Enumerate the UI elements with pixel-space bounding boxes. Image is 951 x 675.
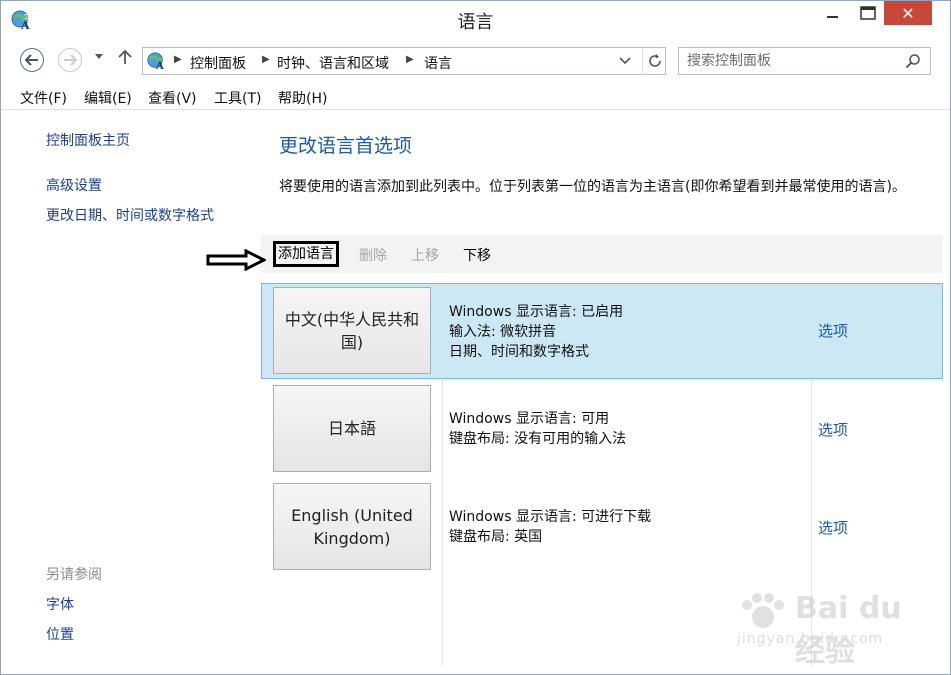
sidebar-link-date-time-format[interactable]: 更改日期、时间或数字格式 <box>46 205 214 225</box>
language-toolbar: 添加语言 删除 上移 下移 <box>261 235 943 273</box>
language-options-link[interactable]: 选项 <box>818 320 848 341</box>
close-icon: ✕ <box>901 3 915 23</box>
menu-view[interactable]: 查看(V) <box>148 88 197 108</box>
maximize-icon <box>860 6 876 20</box>
move-down-button[interactable]: 下移 <box>463 245 491 265</box>
minimize-icon <box>827 16 838 18</box>
breadcrumb-separator-icon[interactable]: ▶ <box>174 54 182 65</box>
language-options-link[interactable]: 选项 <box>818 517 848 538</box>
see-also-link-fonts[interactable]: 字体 <box>46 594 74 614</box>
language-detail-line: 键盘布局: 英国 <box>449 529 543 545</box>
search-input[interactable] <box>687 53 887 69</box>
language-tile-english-uk[interactable]: English (United Kingdom) <box>273 483 431 570</box>
remove-button[interactable]: 删除 <box>359 245 387 265</box>
see-also-link-location[interactable]: 位置 <box>46 624 74 644</box>
see-also-heading: 另请参阅 <box>46 567 102 583</box>
back-button[interactable] <box>20 48 44 72</box>
window-title: 语言 <box>457 12 494 33</box>
breadcrumb-control-panel[interactable]: 控制面板 <box>190 53 246 73</box>
refresh-button[interactable] <box>642 49 667 73</box>
add-language-button[interactable]: 添加语言 <box>273 241 339 267</box>
language-detail-line: Windows 显示语言: 可用 <box>449 411 610 427</box>
language-details: Windows 显示语言: 可用 键盘布局: 没有可用的输入法 <box>449 409 626 449</box>
language-row-chinese[interactable]: 中文(中华人民共和国) Windows 显示语言: 已启用 输入法: 微软拼音 … <box>261 283 943 379</box>
forward-arrow-icon <box>64 54 77 66</box>
language-options-link[interactable]: 选项 <box>818 419 848 440</box>
page-title: 更改语言首选项 <box>279 135 413 157</box>
up-button[interactable] <box>118 49 132 70</box>
svg-text:A: A <box>155 61 164 71</box>
chevron-down-icon <box>619 57 631 65</box>
language-detail-line: 日期、时间和数字格式 <box>449 344 589 360</box>
breadcrumb-clock-language-region[interactable]: 时钟、语言和区域 <box>277 53 389 73</box>
control-panel-icon: A <box>147 52 164 71</box>
language-row-english-uk[interactable]: English (United Kingdom) Windows 显示语言: 可… <box>261 479 943 575</box>
menu-tools[interactable]: 工具(T) <box>214 88 261 108</box>
sidebar-link-control-panel-home[interactable]: 控制面板主页 <box>46 130 130 150</box>
recent-locations-dropdown[interactable] <box>95 52 103 63</box>
navigation-bar: A ▶ 控制面板 ▶ 时钟、语言和区域 ▶ 语言 <box>1 43 950 79</box>
forward-button[interactable] <box>58 48 82 72</box>
language-detail-line: 键盘布局: 没有可用的输入法 <box>449 431 627 447</box>
language-details: Windows 显示语言: 可进行下载 键盘布局: 英国 <box>449 507 651 547</box>
move-up-button[interactable]: 上移 <box>411 245 439 265</box>
watermark-url: jingyan.baidu.com <box>737 631 884 647</box>
search-icon[interactable] <box>905 53 921 69</box>
baidu-watermark: Bai du 经验 jingyan.baidu.com <box>729 591 939 669</box>
paw-icon <box>742 593 784 628</box>
language-detail-line: Windows 显示语言: 可进行下载 <box>449 509 652 525</box>
up-arrow-icon <box>118 49 132 64</box>
address-bar[interactable]: A ▶ 控制面板 ▶ 时钟、语言和区域 ▶ 语言 <box>142 47 666 75</box>
breadcrumb-separator-icon[interactable]: ▶ <box>262 54 270 65</box>
menu-file[interactable]: 文件(F) <box>20 88 67 108</box>
language-detail-line: 输入法: 微软拼音 <box>449 324 557 340</box>
breadcrumb-language[interactable]: 语言 <box>424 53 452 73</box>
address-dropdown-button[interactable] <box>619 55 631 68</box>
search-box[interactable] <box>678 47 931 75</box>
language-tile-chinese[interactable]: 中文(中华人民共和国) <box>273 287 431 374</box>
page-description: 将要使用的语言添加到此列表中。位于列表第一位的语言为主语言(即你希望看到并最常使… <box>279 179 906 195</box>
chevron-down-icon <box>95 54 103 59</box>
sidebar-link-advanced-settings[interactable]: 高级设置 <box>46 175 102 195</box>
menu-help[interactable]: 帮助(H) <box>278 88 327 108</box>
language-row-japanese[interactable]: 日本語 Windows 显示语言: 可用 键盘布局: 没有可用的输入法 选项 <box>261 381 943 477</box>
language-tile-japanese[interactable]: 日本語 <box>273 385 431 472</box>
language-detail-line: Windows 显示语言: 已启用 <box>449 304 624 320</box>
close-button[interactable]: ✕ <box>884 1 932 25</box>
refresh-icon <box>649 54 661 67</box>
language-window: A 字 语言 ✕ A ▶ 控制面板 ▶ 时钟、语言和区域 ▶ 语言 搜索控制面板… <box>0 0 951 675</box>
language-details: Windows 显示语言: 已启用 输入法: 微软拼音 日期、时间和数字格式 <box>449 302 623 362</box>
title-bar: A 字 语言 ✕ <box>1 1 950 39</box>
menu-edit[interactable]: 编辑(E) <box>84 88 132 108</box>
pointer-arrow-icon <box>206 249 266 271</box>
maximize-button[interactable] <box>854 1 882 25</box>
breadcrumb-separator-icon[interactable]: ▶ <box>406 54 414 65</box>
minimize-button[interactable] <box>819 1 847 25</box>
back-arrow-icon <box>25 54 38 66</box>
menu-bar: 文件(F) 编辑(E) 查看(V) 工具(T) 帮助(H) <box>1 85 950 110</box>
